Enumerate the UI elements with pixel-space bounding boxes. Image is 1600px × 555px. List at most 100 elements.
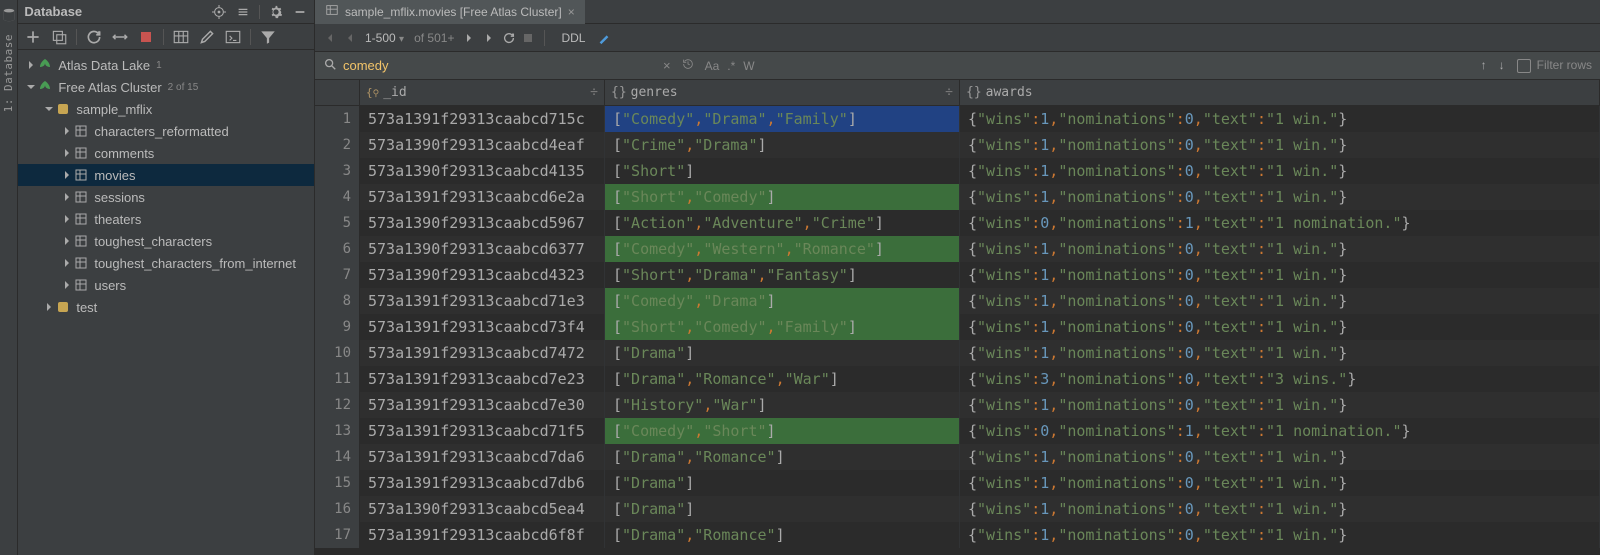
cell-awards[interactable]: {"wins": 1, "nominations": 0, "text": "1… — [960, 132, 1600, 158]
cell-awards[interactable]: {"wins": 1, "nominations": 0, "text": "1… — [960, 184, 1600, 210]
cell-genres[interactable]: ["Comedy", "Western", "Romance"] — [605, 236, 960, 262]
table-row[interactable]: 7573a1390f29313caabcd4323["Short", "Dram… — [315, 262, 1600, 288]
table-row[interactable]: 2573a1390f29313caabcd4eaf["Crime", "Dram… — [315, 132, 1600, 158]
prev-match-icon[interactable]: ↑ — [1481, 58, 1487, 72]
last-page-icon[interactable] — [484, 32, 496, 44]
cell-id[interactable]: 573a1390f29313caabcd5967 — [360, 210, 605, 236]
col-header-awards[interactable]: {}awards — [960, 80, 1600, 105]
gutter-label[interactable]: 1: Database — [2, 34, 15, 112]
cell-awards[interactable]: {"wins": 1, "nominations": 0, "text": "1… — [960, 392, 1600, 418]
search-history-icon[interactable] — [681, 57, 695, 74]
cell-awards[interactable]: {"wins": 3, "nominations": 0, "text": "3… — [960, 366, 1600, 392]
table-row[interactable]: 5573a1390f29313caabcd5967["Action", "Adv… — [315, 210, 1600, 236]
pager-range[interactable]: 1-500 ▾ — [365, 31, 404, 45]
cell-id[interactable]: 573a1391f29313caabcd7472 — [360, 340, 605, 366]
edit-icon[interactable] — [198, 28, 216, 46]
tree-node-test[interactable]: test — [18, 296, 314, 318]
search-opt[interactable]: .* — [727, 59, 735, 73]
col-header-id[interactable]: {⚲_id÷ — [360, 80, 605, 105]
cell-awards[interactable]: {"wins": 1, "nominations": 0, "text": "1… — [960, 470, 1600, 496]
table-row[interactable]: 10573a1391f29313caabcd7472["Drama"]{"win… — [315, 340, 1600, 366]
cell-id[interactable]: 573a1391f29313caabcd7e30 — [360, 392, 605, 418]
filter-rows-toggle[interactable]: Filter rows — [1517, 58, 1592, 73]
search-opt[interactable]: W — [743, 59, 754, 73]
collapse-icon[interactable] — [235, 4, 251, 20]
console-icon[interactable] — [224, 28, 242, 46]
target-icon[interactable] — [211, 4, 227, 20]
cell-genres[interactable]: ["Drama", "Romance", "War"] — [605, 366, 960, 392]
cell-genres[interactable]: ["Drama", "Romance"] — [605, 444, 960, 470]
cell-id[interactable]: 573a1391f29313caabcd715c — [360, 106, 605, 132]
database-tree[interactable]: Atlas Data Lake 1 Free Atlas Cluster 2 o… — [18, 50, 314, 555]
cell-awards[interactable]: {"wins": 1, "nominations": 0, "text": "1… — [960, 236, 1600, 262]
cell-awards[interactable]: {"wins": 1, "nominations": 0, "text": "1… — [960, 158, 1600, 184]
prev-page-icon[interactable] — [345, 33, 355, 43]
sync-icon[interactable] — [111, 28, 129, 46]
cell-awards[interactable]: {"wins": 1, "nominations": 0, "text": "1… — [960, 314, 1600, 340]
cell-id[interactable]: 573a1391f29313caabcd73f4 — [360, 314, 605, 340]
tree-node-atlas-data-lake[interactable]: Atlas Data Lake 1 — [18, 54, 314, 76]
table-icon[interactable] — [172, 28, 190, 46]
cell-awards[interactable]: {"wins": 1, "nominations": 0, "text": "1… — [960, 106, 1600, 132]
cell-genres[interactable]: ["Crime", "Drama"] — [605, 132, 960, 158]
reload-icon[interactable] — [502, 31, 516, 45]
cell-genres[interactable]: ["Drama"] — [605, 340, 960, 366]
refresh-icon[interactable] — [85, 28, 103, 46]
cell-id[interactable]: 573a1391f29313caabcd7db6 — [360, 470, 605, 496]
tree-node-movies[interactable]: movies — [18, 164, 314, 186]
table-row[interactable]: 15573a1391f29313caabcd7db6["Drama"]{"win… — [315, 470, 1600, 496]
tab-movies[interactable]: sample_mflix.movies [Free Atlas Cluster]… — [315, 0, 585, 24]
sort-icon[interactable]: ÷ — [945, 85, 953, 100]
cell-id[interactable]: 573a1390f29313caabcd4135 — [360, 158, 605, 184]
tree-node-toughest_characters_from_internet[interactable]: toughest_characters_from_internet — [18, 252, 314, 274]
table-row[interactable]: 14573a1391f29313caabcd7da6["Drama", "Rom… — [315, 444, 1600, 470]
tree-node-theaters[interactable]: theaters — [18, 208, 314, 230]
stop-icon[interactable] — [137, 28, 155, 46]
clear-search-icon[interactable]: × — [663, 58, 671, 73]
database-tool-icon[interactable] — [2, 8, 16, 22]
table-row[interactable]: 12573a1391f29313caabcd7e30["History", "W… — [315, 392, 1600, 418]
tree-node-comments[interactable]: comments — [18, 142, 314, 164]
cell-id[interactable]: 573a1391f29313caabcd7e23 — [360, 366, 605, 392]
cell-awards[interactable]: {"wins": 1, "nominations": 0, "text": "1… — [960, 496, 1600, 522]
gear-icon[interactable] — [268, 4, 284, 20]
revert-icon[interactable] — [522, 32, 534, 44]
tree-node-characters_reformatted[interactable]: characters_reformatted — [18, 120, 314, 142]
cell-id[interactable]: 573a1390f29313caabcd6377 — [360, 236, 605, 262]
table-row[interactable]: 16573a1390f29313caabcd5ea4["Drama"]{"win… — [315, 496, 1600, 522]
filter-icon[interactable] — [259, 28, 277, 46]
tree-node-users[interactable]: users — [18, 274, 314, 296]
cell-genres[interactable]: ["Comedy", "Drama", "Family"] — [605, 106, 960, 132]
search-input[interactable] — [343, 58, 663, 73]
cell-genres[interactable]: ["Comedy", "Drama"] — [605, 288, 960, 314]
cell-genres[interactable]: ["Short", "Drama", "Fantasy"] — [605, 262, 960, 288]
col-header-genres[interactable]: {}genres÷ — [605, 80, 960, 105]
table-row[interactable]: 4573a1391f29313caabcd6e2a["Short", "Come… — [315, 184, 1600, 210]
table-row[interactable]: 9573a1391f29313caabcd73f4["Short", "Come… — [315, 314, 1600, 340]
cell-awards[interactable]: {"wins": 1, "nominations": 0, "text": "1… — [960, 262, 1600, 288]
cell-genres[interactable]: ["History", "War"] — [605, 392, 960, 418]
col-header-rownum[interactable] — [315, 80, 360, 105]
cell-genres[interactable]: ["Short"] — [605, 158, 960, 184]
table-row[interactable]: 13573a1391f29313caabcd71f5["Comedy", "Sh… — [315, 418, 1600, 444]
cell-genres[interactable]: ["Comedy", "Short"] — [605, 418, 960, 444]
cell-id[interactable]: 573a1390f29313caabcd4323 — [360, 262, 605, 288]
tree-node-sessions[interactable]: sessions — [18, 186, 314, 208]
cell-genres[interactable]: ["Drama"] — [605, 470, 960, 496]
cell-id[interactable]: 573a1390f29313caabcd4eaf — [360, 132, 605, 158]
close-icon[interactable]: × — [568, 5, 575, 19]
sort-icon[interactable]: ÷ — [590, 85, 598, 100]
data-grid[interactable]: {⚲_id÷ {}genres÷ {}awards 1573a1391f2931… — [315, 80, 1600, 555]
cell-awards[interactable]: {"wins": 1, "nominations": 0, "text": "1… — [960, 340, 1600, 366]
table-row[interactable]: 8573a1391f29313caabcd71e3["Comedy", "Dra… — [315, 288, 1600, 314]
cell-id[interactable]: 573a1391f29313caabcd6e2a — [360, 184, 605, 210]
cell-genres[interactable]: ["Short", "Comedy"] — [605, 184, 960, 210]
cell-id[interactable]: 573a1391f29313caabcd6f8f — [360, 522, 605, 548]
add-icon[interactable] — [24, 28, 42, 46]
cell-genres[interactable]: ["Short", "Comedy", "Family"] — [605, 314, 960, 340]
cell-genres[interactable]: ["Drama", "Romance"] — [605, 522, 960, 548]
next-page-icon[interactable] — [464, 33, 474, 43]
cell-id[interactable]: 573a1391f29313caabcd7da6 — [360, 444, 605, 470]
cell-id[interactable]: 573a1391f29313caabcd71f5 — [360, 418, 605, 444]
ddl-button[interactable]: DDL — [555, 31, 591, 45]
